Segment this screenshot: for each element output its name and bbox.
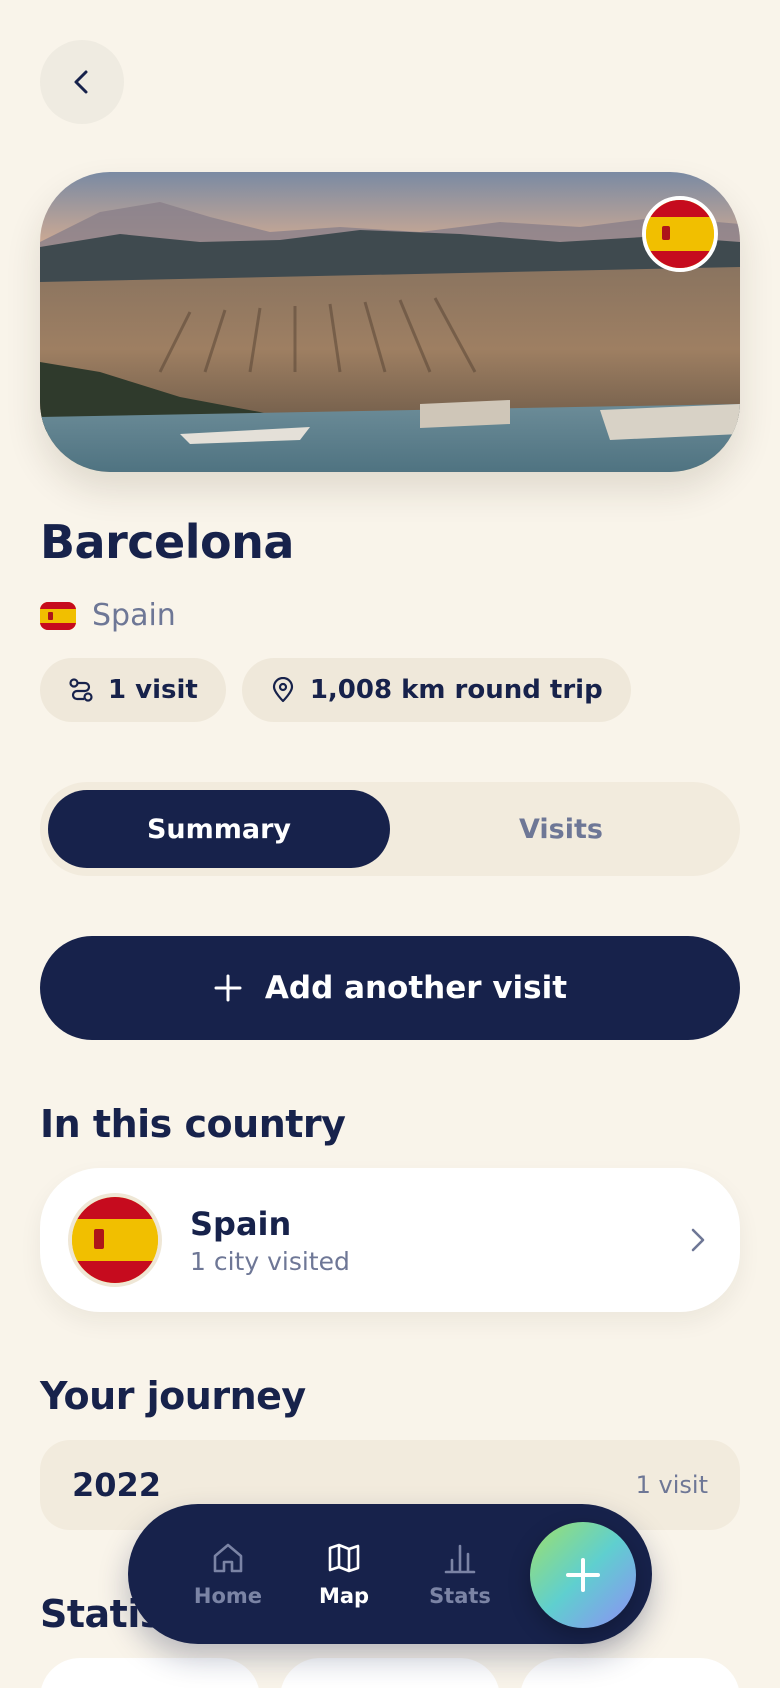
nav-home-label: Home (193, 1584, 263, 1608)
view-tabs: Summary Visits (40, 782, 740, 876)
visits-chip: 1 visit (40, 658, 226, 722)
city-hero-photo (40, 172, 740, 472)
country-card-title: Spain (190, 1204, 292, 1243)
country-name: Spain (92, 598, 176, 633)
in-country-heading: In this country (40, 1102, 346, 1146)
chevron-right-icon (691, 1228, 705, 1252)
spain-flag-icon (68, 1193, 162, 1287)
plus-icon (566, 1558, 600, 1592)
stat-card (280, 1658, 500, 1688)
route-icon (69, 678, 93, 702)
nav-item-map[interactable]: Map (286, 1540, 402, 1608)
nav-map-label: Map (318, 1584, 370, 1608)
country-card-text: Spain 1 city visited (190, 1205, 686, 1276)
nav-item-stats[interactable]: Stats (402, 1540, 518, 1608)
country-card-subtitle: 1 city visited (190, 1246, 350, 1276)
journey-heading: Your journey (40, 1374, 306, 1418)
bar-chart-icon (444, 1544, 476, 1574)
add-fab-button[interactable] (530, 1522, 636, 1628)
chevron-left-icon (74, 70, 88, 94)
stat-chips: 1 visit 1,008 km round trip (40, 658, 631, 722)
back-button[interactable] (40, 40, 124, 124)
country-card[interactable]: Spain 1 city visited (40, 1168, 740, 1312)
distance-chip: 1,008 km round trip (241, 658, 631, 722)
journey-year-count: 1 visit (635, 1471, 708, 1499)
spain-flag-icon (642, 196, 718, 272)
stat-card (40, 1658, 260, 1688)
visits-chip-label: 1 visit (108, 675, 198, 705)
distance-chip-label: 1,008 km round trip (309, 675, 603, 705)
plus-icon (214, 974, 242, 1002)
spain-flag-icon (40, 601, 76, 630)
nav-item-home[interactable]: Home (170, 1540, 286, 1608)
stat-card (520, 1658, 740, 1688)
tab-visits[interactable]: Visits (390, 790, 732, 868)
nav-stats-label: Stats (429, 1584, 491, 1608)
add-visit-button[interactable]: Add another visit (40, 936, 740, 1040)
city-title: Barcelona (40, 515, 294, 569)
home-icon (213, 1543, 243, 1573)
country-line: Spain (40, 598, 176, 633)
tab-summary[interactable]: Summary (48, 790, 390, 868)
journey-year: 2022 (72, 1466, 162, 1504)
map-pin-icon (272, 677, 293, 703)
map-icon (328, 1543, 360, 1573)
add-visit-label: Add another visit (264, 970, 568, 1006)
